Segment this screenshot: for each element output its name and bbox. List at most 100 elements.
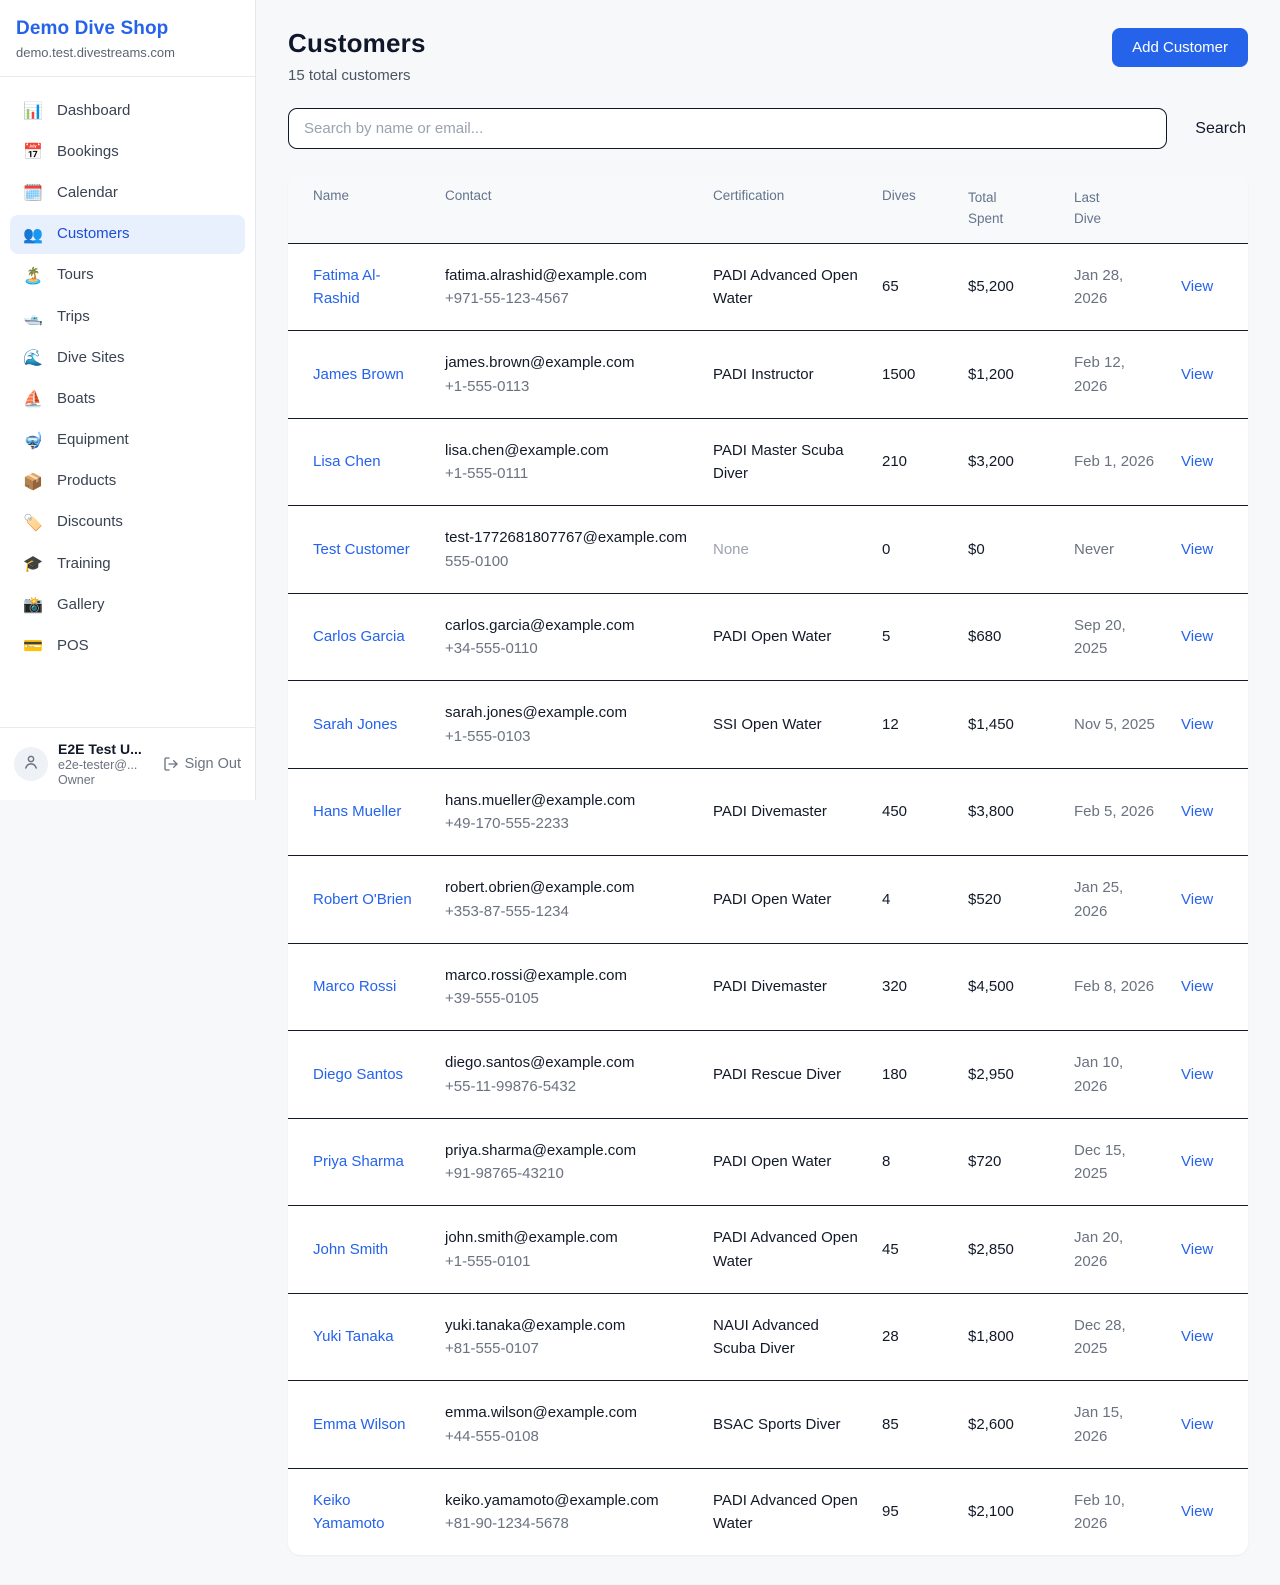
customer-email: keiko.yamamoto@example.com: [445, 1489, 689, 1512]
customer-name-link[interactable]: Hans Mueller: [313, 803, 401, 820]
sidebar-item-pos[interactable]: 💳POS: [10, 626, 245, 665]
customer-last-dive: Jan 25, 2026: [1062, 856, 1169, 944]
customer-email: sarah.jones@example.com: [445, 701, 689, 724]
customer-contact-cell: fatima.alrashid@example.com+971-55-123-4…: [433, 243, 701, 331]
sidebar-item-products[interactable]: 📦Products: [10, 462, 245, 501]
customer-email: diego.santos@example.com: [445, 1051, 689, 1074]
customer-name-link[interactable]: James Brown: [313, 366, 404, 383]
customer-dives: 210: [870, 418, 956, 506]
table-row: Sarah Jonessarah.jones@example.com+1-555…: [288, 681, 1248, 769]
sidebar-nav: 📊Dashboard📅Bookings🗓️Calendar👥Customers🏝…: [0, 77, 255, 727]
customer-phone: +91-98765-43210: [445, 1162, 689, 1185]
customer-contact-cell: diego.santos@example.com+55-11-99876-543…: [433, 1031, 701, 1119]
search-button[interactable]: Search: [1193, 116, 1248, 142]
view-customer-link[interactable]: View: [1181, 628, 1213, 645]
sidebar-item-boats[interactable]: ⛵Boats: [10, 379, 245, 418]
column-header-contact: Contact: [433, 175, 701, 243]
customer-contact-cell: james.brown@example.com+1-555-0113: [433, 331, 701, 419]
view-customer-link[interactable]: View: [1181, 453, 1213, 470]
view-customer-link[interactable]: View: [1181, 366, 1213, 383]
customer-name-link[interactable]: Priya Sharma: [313, 1153, 404, 1170]
diving-mask-icon: 🤿: [22, 431, 44, 450]
customer-total-spent: $2,850: [956, 1206, 1062, 1294]
sidebar-item-bookings[interactable]: 📅Bookings: [10, 132, 245, 171]
table-row: Yuki Tanaka yuki.tanaka@example.com+81-55…: [288, 1293, 1248, 1381]
view-customer-link[interactable]: View: [1181, 1066, 1213, 1083]
view-customer-link[interactable]: View: [1181, 541, 1213, 558]
customer-certification: PADI Rescue Diver: [701, 1031, 870, 1119]
customer-certification: PADI Instructor: [701, 331, 870, 419]
calendar-icon: 📅: [22, 142, 44, 161]
table-row: Diego Santos diego.santos@example.com+55-…: [288, 1031, 1248, 1119]
customer-phone: +49-170-555-2233: [445, 812, 689, 835]
customer-name-link[interactable]: Carlos Garcia: [313, 628, 405, 645]
table-row: Emma Wilsonemma.wilson@example.com+44-55…: [288, 1381, 1248, 1469]
sidebar-item-label: Gallery: [57, 596, 105, 614]
customer-email: emma.wilson@example.com: [445, 1401, 689, 1424]
table-header-row: NameContactCertificationDivesTotal Spent…: [288, 175, 1248, 243]
customer-phone: +1-555-0111: [445, 462, 689, 485]
island-icon: 🏝️: [22, 266, 44, 285]
view-customer-link[interactable]: View: [1181, 1503, 1213, 1520]
spiral-calendar-icon: 🗓️: [22, 183, 44, 202]
customer-total-spent: $1,200: [956, 331, 1062, 419]
customer-contact-cell: test-1772681807767@example.com555-0100: [433, 506, 701, 594]
view-customer-link[interactable]: View: [1181, 716, 1213, 733]
customer-last-dive: Jan 10, 2026: [1062, 1031, 1169, 1119]
sidebar-item-customers[interactable]: 👥Customers: [10, 215, 245, 254]
search-row: Search: [288, 108, 1248, 149]
view-customer-link[interactable]: View: [1181, 978, 1213, 995]
page-title: Customers: [288, 28, 426, 59]
table-row: John Smithjohn.smith@example.com+1-555-0…: [288, 1206, 1248, 1294]
table-row: James Brown james.brown@example.com+1-555…: [288, 331, 1248, 419]
view-customer-link[interactable]: View: [1181, 1328, 1213, 1345]
customer-name-link[interactable]: Diego Santos: [313, 1066, 403, 1083]
customer-name-link[interactable]: Fatima Al-Rashid: [313, 267, 381, 307]
sidebar-item-discounts[interactable]: 🏷️Discounts: [10, 503, 245, 542]
view-customer-link[interactable]: View: [1181, 1241, 1213, 1258]
customer-phone: +81-555-0107: [445, 1337, 689, 1360]
customer-last-dive: Jan 15, 2026: [1062, 1381, 1169, 1469]
customer-last-dive: Feb 12, 2026: [1062, 331, 1169, 419]
customer-name-link[interactable]: Test Customer: [313, 541, 410, 558]
view-customer-link[interactable]: View: [1181, 1416, 1213, 1433]
customer-name-link[interactable]: Yuki Tanaka: [313, 1328, 394, 1345]
customer-name-link[interactable]: Lisa Chen: [313, 453, 381, 470]
customer-name-link[interactable]: Sarah Jones: [313, 716, 397, 733]
sidebar-item-dive-sites[interactable]: 🌊Dive Sites: [10, 338, 245, 377]
sidebar-item-label: Tours: [57, 266, 94, 284]
customer-name-link[interactable]: Keiko Yamamoto: [313, 1492, 384, 1532]
customer-phone: +1-555-0101: [445, 1250, 689, 1273]
customer-name-link[interactable]: Emma Wilson: [313, 1416, 406, 1433]
customer-last-dive: Feb 10, 2026: [1062, 1468, 1169, 1555]
view-customer-link[interactable]: View: [1181, 1153, 1213, 1170]
search-input[interactable]: [288, 108, 1167, 149]
customer-name-link[interactable]: John Smith: [313, 1241, 388, 1258]
sidebar-item-gallery[interactable]: 📸Gallery: [10, 585, 245, 624]
customer-phone: +34-555-0110: [445, 637, 689, 660]
customer-dives: 180: [870, 1031, 956, 1119]
sidebar-item-calendar[interactable]: 🗓️Calendar: [10, 173, 245, 212]
view-customer-link[interactable]: View: [1181, 278, 1213, 295]
customer-name-link[interactable]: Robert O'Brien: [313, 891, 412, 908]
customer-contact-cell: yuki.tanaka@example.com+81-555-0107: [433, 1293, 701, 1381]
customer-phone: +353-87-555-1234: [445, 900, 689, 923]
table-row: Priya Sharmapriya.sharma@example.com+91-…: [288, 1118, 1248, 1206]
customer-dives: 95: [870, 1468, 956, 1555]
add-customer-button[interactable]: Add Customer: [1112, 28, 1248, 67]
view-customer-link[interactable]: View: [1181, 891, 1213, 908]
sidebar-item-trips[interactable]: 🛥️Trips: [10, 297, 245, 336]
table-row: Hans Muellerhans.mueller@example.com+49-…: [288, 768, 1248, 856]
customer-last-dive: Feb 1, 2026: [1062, 418, 1169, 506]
view-customer-link[interactable]: View: [1181, 803, 1213, 820]
sidebar-item-equipment[interactable]: 🤿Equipment: [10, 421, 245, 460]
sailboat-icon: ⛵: [22, 389, 44, 408]
page-header: Customers 15 total customers Add Custome…: [288, 28, 1248, 84]
sign-out-button[interactable]: Sign Out: [163, 756, 241, 772]
sidebar-item-tours[interactable]: 🏝️ Tours: [10, 256, 245, 295]
sidebar-item-dashboard[interactable]: 📊Dashboard: [10, 91, 245, 130]
sidebar-item-training[interactable]: 🎓Training: [10, 544, 245, 583]
customer-phone: +39-555-0105: [445, 987, 689, 1010]
table-row: Fatima Al-Rashid fatima.alrashid@example.…: [288, 243, 1248, 331]
customer-name-link[interactable]: Marco Rossi: [313, 978, 396, 995]
